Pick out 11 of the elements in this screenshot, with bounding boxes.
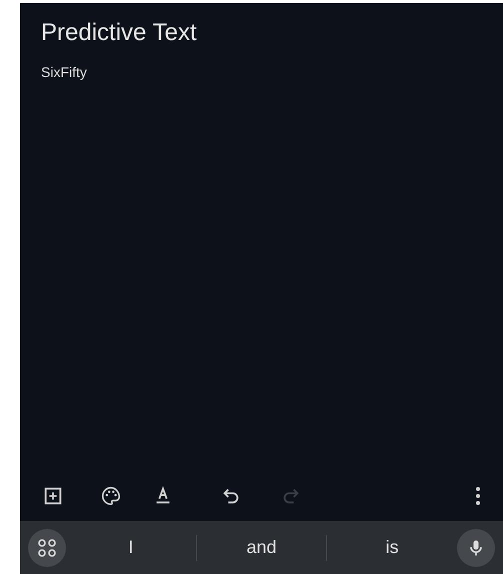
suggestion-word[interactable]: and [196,533,326,562]
note-title: Predictive Text [41,19,198,48]
note-text: SixFifty [41,62,88,82]
grid-icon [37,538,57,558]
add-box-icon [42,485,64,507]
palette-icon [100,485,122,507]
apps-button[interactable] [28,528,66,566]
more-icon [475,485,481,507]
suggestion-word[interactable]: is [327,533,458,562]
suggestion-word[interactable]: I [66,533,196,562]
mic-button[interactable] [457,528,496,566]
